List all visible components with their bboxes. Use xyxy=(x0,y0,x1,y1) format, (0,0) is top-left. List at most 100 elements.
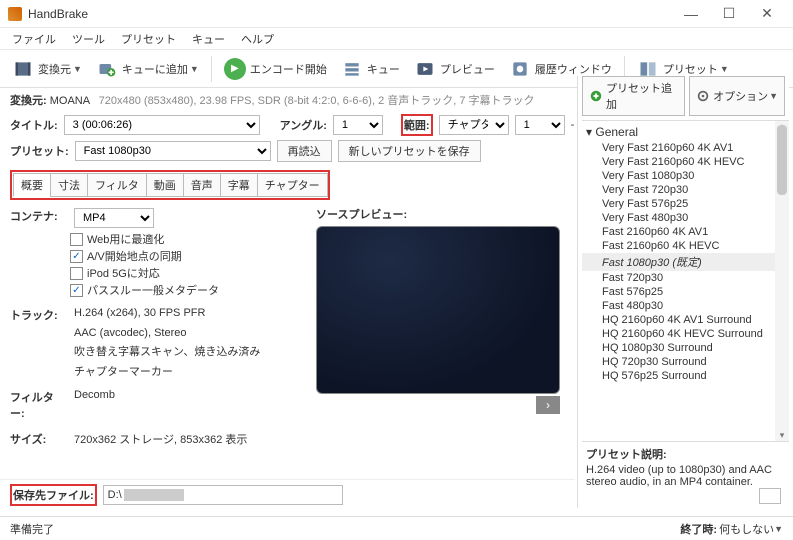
toolbar-source-label: 変換元 xyxy=(38,61,71,77)
range-from-select[interactable]: 1 xyxy=(515,115,565,135)
queue-icon xyxy=(341,58,363,80)
toolbar-start[interactable]: ▶ エンコード開始 xyxy=(218,55,333,83)
tab-dimensions[interactable]: 寸法 xyxy=(50,173,88,197)
preset-item[interactable]: HQ 720p30 Surround xyxy=(582,355,789,369)
filter-value: Decomb xyxy=(74,389,115,421)
plus-icon xyxy=(589,89,603,103)
preset-item[interactable]: HQ 576p25 Surround xyxy=(582,369,789,383)
toolbar-preview-label: プレビュー xyxy=(440,61,495,77)
preset-item[interactable]: Very Fast 2160p60 4K AV1 xyxy=(582,141,789,155)
toolbar-source[interactable]: 変換元▼ xyxy=(6,55,88,83)
minimize-button[interactable]: — xyxy=(673,2,709,26)
tab-subtitles[interactable]: 字幕 xyxy=(220,173,258,197)
preset-select[interactable]: Fast 1080p30 xyxy=(75,141,271,161)
status-text: 準備完了 xyxy=(10,521,54,537)
menubar: ファイル ツール プリセット キュー ヘルプ xyxy=(0,28,793,50)
title-select[interactable]: 3 (00:06:26) xyxy=(64,115,260,135)
toolbar-activity-label: 履歴ウィンドウ xyxy=(535,61,612,77)
preset-item[interactable]: HQ 1080p30 Surround xyxy=(582,341,789,355)
preset-group-general[interactable]: ▾ General xyxy=(582,123,789,141)
preset-item[interactable]: Fast 480p30 xyxy=(582,299,789,313)
preset-tree[interactable]: ▾ General Very Fast 2160p60 4K AV1 Very … xyxy=(582,120,789,442)
toolbar-add-queue-label: キューに追加 xyxy=(122,61,188,77)
chevron-down-icon: ▼ xyxy=(73,64,82,74)
menu-queue[interactable]: キュー xyxy=(186,29,231,49)
when-done-value: 何もしない xyxy=(719,521,774,537)
preset-item[interactable]: Fast 2160p60 4K AV1 xyxy=(582,225,789,239)
scroll-thumb[interactable] xyxy=(777,125,787,195)
preset-item[interactable]: Very Fast 2160p60 4K HEVC xyxy=(582,155,789,169)
save-preset-button[interactable]: 新しいプリセットを保存 xyxy=(338,140,481,162)
play-icon: ▶ xyxy=(224,58,246,80)
toolbar-queue-label: キュー xyxy=(367,61,400,77)
preset-item[interactable]: Very Fast 480p30 xyxy=(582,211,789,225)
preset-item[interactable]: Very Fast 576p25 xyxy=(582,197,789,211)
container-select[interactable]: MP4 xyxy=(74,208,154,228)
filter-label: フィルター: xyxy=(10,389,66,421)
preset-description: プリセット説明: H.264 video (up to 1080p30) and… xyxy=(582,442,789,508)
toolbar-add-queue[interactable]: キューに追加▼ xyxy=(90,55,205,83)
toolbar-preview[interactable]: プレビュー xyxy=(408,55,501,83)
container-label: コンテナ: xyxy=(10,208,66,228)
preset-item[interactable]: Fast 2160p60 4K HEVC xyxy=(582,239,789,253)
angle-select[interactable]: 1 xyxy=(333,115,383,135)
chevron-down-icon[interactable]: ▼ xyxy=(774,524,783,534)
menu-presets[interactable]: プリセット xyxy=(115,29,182,49)
track-3: 吹き替え字幕スキャン、焼き込み済み xyxy=(74,343,260,359)
preset-item[interactable]: Very Fast 1080p30 xyxy=(582,169,789,183)
ipod-row[interactable]: iPod 5Gに対応 xyxy=(10,265,302,281)
web-opt-label: Web用に最適化 xyxy=(87,231,164,247)
save-label: 保存先ファイル: xyxy=(13,490,94,502)
preset-item[interactable]: Fast 576p25 xyxy=(582,285,789,299)
range-type-select[interactable]: チャプター xyxy=(439,115,509,135)
save-path-prefix: D:\ xyxy=(108,489,122,501)
reload-button[interactable]: 再読込 xyxy=(277,140,332,162)
preset-options-label: オプション xyxy=(713,88,768,104)
summary-panel: コンテナ: MP4 Web用に最適化 ✓A/V開始地点の同期 iPod 5Gに対… xyxy=(10,206,302,449)
preset-item[interactable]: Very Fast 720p30 xyxy=(582,183,789,197)
checkbox-checked-icon: ✓ xyxy=(70,284,83,297)
maximize-button[interactable]: ☐ xyxy=(711,2,747,26)
size-label: サイズ: xyxy=(10,431,66,447)
tab-summary[interactable]: 概要 xyxy=(13,173,51,197)
checkbox-unchecked-icon xyxy=(70,267,83,280)
preset-item[interactable]: HQ 2160p60 4K AV1 Surround xyxy=(582,313,789,327)
passthru-label: パススルー一般メタデータ xyxy=(87,282,219,298)
preview-next-button[interactable]: › xyxy=(536,396,560,414)
scroll-down-icon[interactable]: ▾ xyxy=(777,430,787,441)
toolbar-queue[interactable]: キュー xyxy=(335,55,406,83)
web-opt-row[interactable]: Web用に最適化 xyxy=(10,231,302,247)
source-label: 変換元: xyxy=(10,95,47,107)
tab-chapters[interactable]: チャプター xyxy=(257,173,328,197)
tab-audio[interactable]: 音声 xyxy=(183,173,221,197)
track-label: トラック: xyxy=(10,307,66,323)
passthru-row[interactable]: ✓ パススルー一般メタデータ xyxy=(10,282,302,298)
titlebar: HandBrake — ☐ ✕ xyxy=(0,0,793,28)
when-done-label: 終了時: xyxy=(680,521,717,537)
film-icon xyxy=(12,58,34,80)
tabs-highlight: 概要 寸法 フィルタ 動画 音声 字幕 チャプター xyxy=(10,170,330,200)
app-icon xyxy=(8,7,22,21)
preset-add-button[interactable]: プリセット追加 xyxy=(582,76,685,116)
tab-video[interactable]: 動画 xyxy=(146,173,184,197)
preset-item[interactable]: Fast 720p30 xyxy=(582,271,789,285)
preview-panel: ソースプレビュー: › xyxy=(316,206,560,449)
preset-item[interactable]: HQ 2160p60 4K HEVC Surround xyxy=(582,327,789,341)
redacted-path xyxy=(124,489,184,501)
scrollbar[interactable]: ▴ ▾ xyxy=(775,121,789,441)
av-sync-row[interactable]: ✓A/V開始地点の同期 xyxy=(10,248,302,264)
preset-options-button[interactable]: オプション▼ xyxy=(689,76,785,116)
save-path-input[interactable]: D:\ xyxy=(103,485,343,505)
close-button[interactable]: ✕ xyxy=(749,2,785,26)
preset-add-label: プリセット追加 xyxy=(606,80,678,112)
tab-filters[interactable]: フィルタ xyxy=(87,173,147,197)
resize-grip[interactable] xyxy=(759,488,781,504)
menu-help[interactable]: ヘルプ xyxy=(235,29,280,49)
menu-tools[interactable]: ツール xyxy=(66,29,111,49)
menu-file[interactable]: ファイル xyxy=(6,29,62,49)
preset-item-selected[interactable]: Fast 1080p30 (既定) xyxy=(582,253,789,271)
preview-label: ソースプレビュー: xyxy=(316,206,560,222)
statusbar: 準備完了 終了時: 何もしない ▼ xyxy=(0,516,793,540)
preview-image xyxy=(316,226,560,394)
size-value: 720x362 ストレージ, 853x362 表示 xyxy=(74,431,247,447)
